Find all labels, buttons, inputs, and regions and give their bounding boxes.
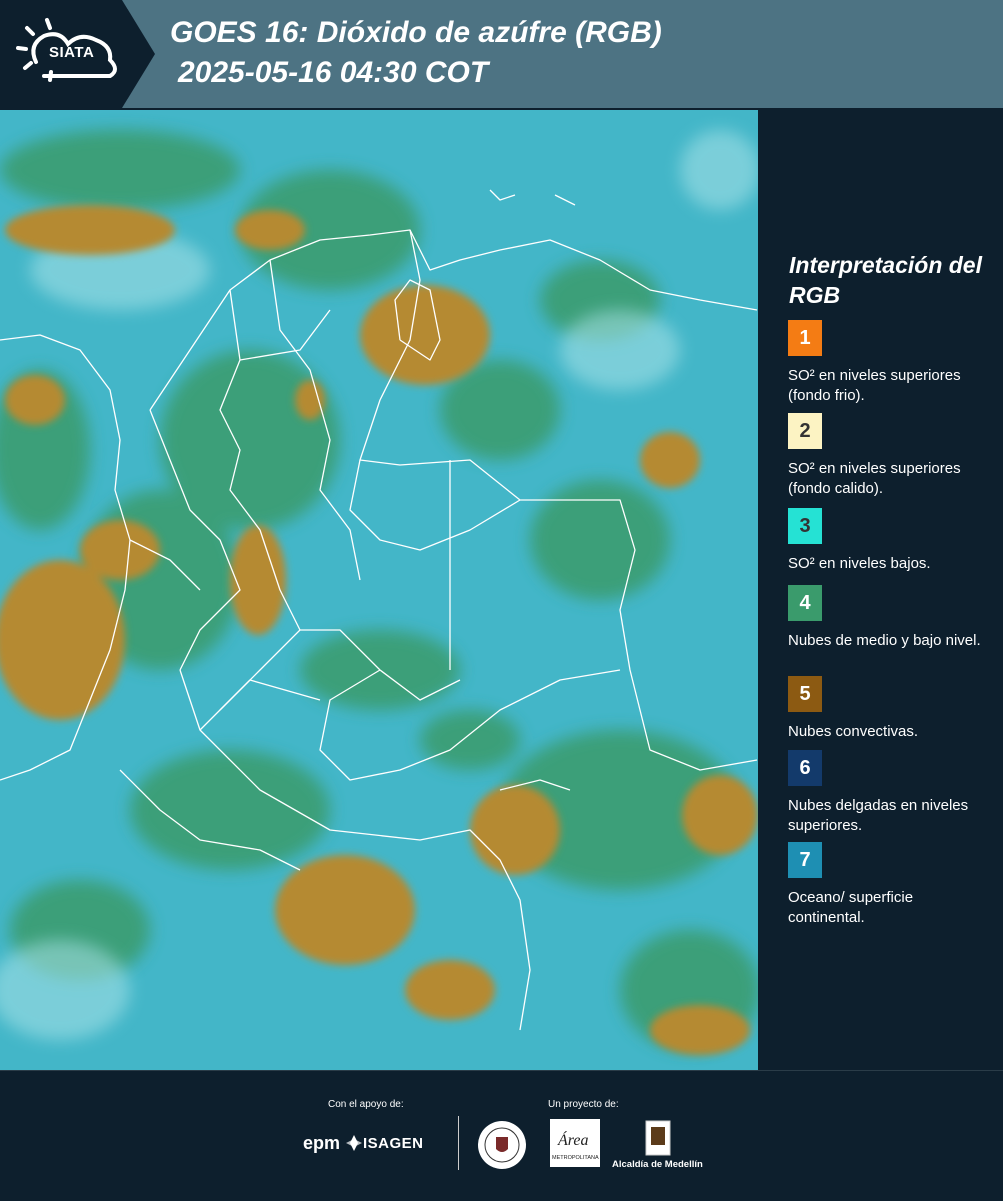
- area-metropolitana-logo-icon: Área METROPOLITANA: [550, 1119, 600, 1167]
- legend-label: SO² en niveles bajos.: [788, 555, 931, 572]
- legend-item: 3 SO² en niveles bajos.: [788, 508, 988, 574]
- medellin-seal-icon: [478, 1121, 526, 1169]
- legend-item: 7 Oceano/ superficie continental.: [788, 842, 988, 928]
- project-label: Un proyecto de:: [548, 1099, 619, 1110]
- legend-swatch: 5: [788, 676, 822, 712]
- legend-item: 5 Nubes convectivas.: [788, 676, 988, 742]
- divider: [458, 1116, 459, 1170]
- alcaldia-label: Alcaldía de Medellín: [612, 1159, 703, 1170]
- satellite-imagery: [0, 110, 758, 1070]
- legend-label: Nubes de medio y bajo nivel.: [788, 632, 981, 649]
- isagen-mark-icon: [346, 1135, 362, 1151]
- legend-swatch: 6: [788, 750, 822, 786]
- footer: Con el apoyo de: Un proyecto de: epm ISA…: [0, 1070, 1003, 1201]
- satellite-map: [0, 110, 758, 1070]
- support-label: Con el apoyo de:: [328, 1099, 404, 1110]
- area-logo-text: Área: [557, 1130, 589, 1149]
- legend-swatch: 4: [788, 585, 822, 621]
- area-logo-sub: METROPOLITANA: [552, 1155, 599, 1161]
- legend-label: Nubes delgadas en niveles superiores.: [788, 797, 969, 834]
- legend-swatch: 2: [788, 413, 822, 449]
- siata-logo: SIATA: [0, 0, 155, 108]
- legend-title: Interpretación del RGB: [789, 252, 982, 308]
- legend-label: Nubes convectivas.: [788, 723, 919, 740]
- legend-panel: Interpretación del RGB 1 SO² en niveles s…: [762, 110, 1003, 1070]
- epm-logo: epm: [303, 1133, 341, 1153]
- timestamp: 2025-05-16 04:30 COT: [178, 56, 489, 89]
- legend-item: 4 Nubes de medio y bajo nivel.: [788, 585, 988, 651]
- logo-text: SIATA: [49, 44, 95, 61]
- legend-label: SO² en niveles superiores (fondo calido)…: [788, 460, 961, 497]
- alcaldia-crest-icon: [645, 1120, 671, 1156]
- legend-swatch: 7: [788, 842, 822, 878]
- legend-item: 2 SO² en niveles superiores (fondo calido…: [788, 413, 988, 499]
- legend-item: 1 SO² en niveles superiores (fondo frio).: [788, 320, 988, 406]
- legend-label: Oceano/ superficie continental.: [788, 889, 914, 926]
- legend-swatch: 3: [788, 508, 822, 544]
- legend-swatch: 1: [788, 320, 822, 356]
- header: SIATA GOES 16: Dióxido de azúfre (RGB) 2…: [0, 0, 1003, 108]
- page-title: GOES 16: Dióxido de azúfre (RGB): [170, 16, 662, 49]
- isagen-logo: ISAGEN: [363, 1135, 424, 1152]
- legend-item: 6 Nubes delgadas en niveles superiores.: [788, 750, 988, 836]
- legend-label: SO² en niveles superiores (fondo frio).: [788, 367, 961, 404]
